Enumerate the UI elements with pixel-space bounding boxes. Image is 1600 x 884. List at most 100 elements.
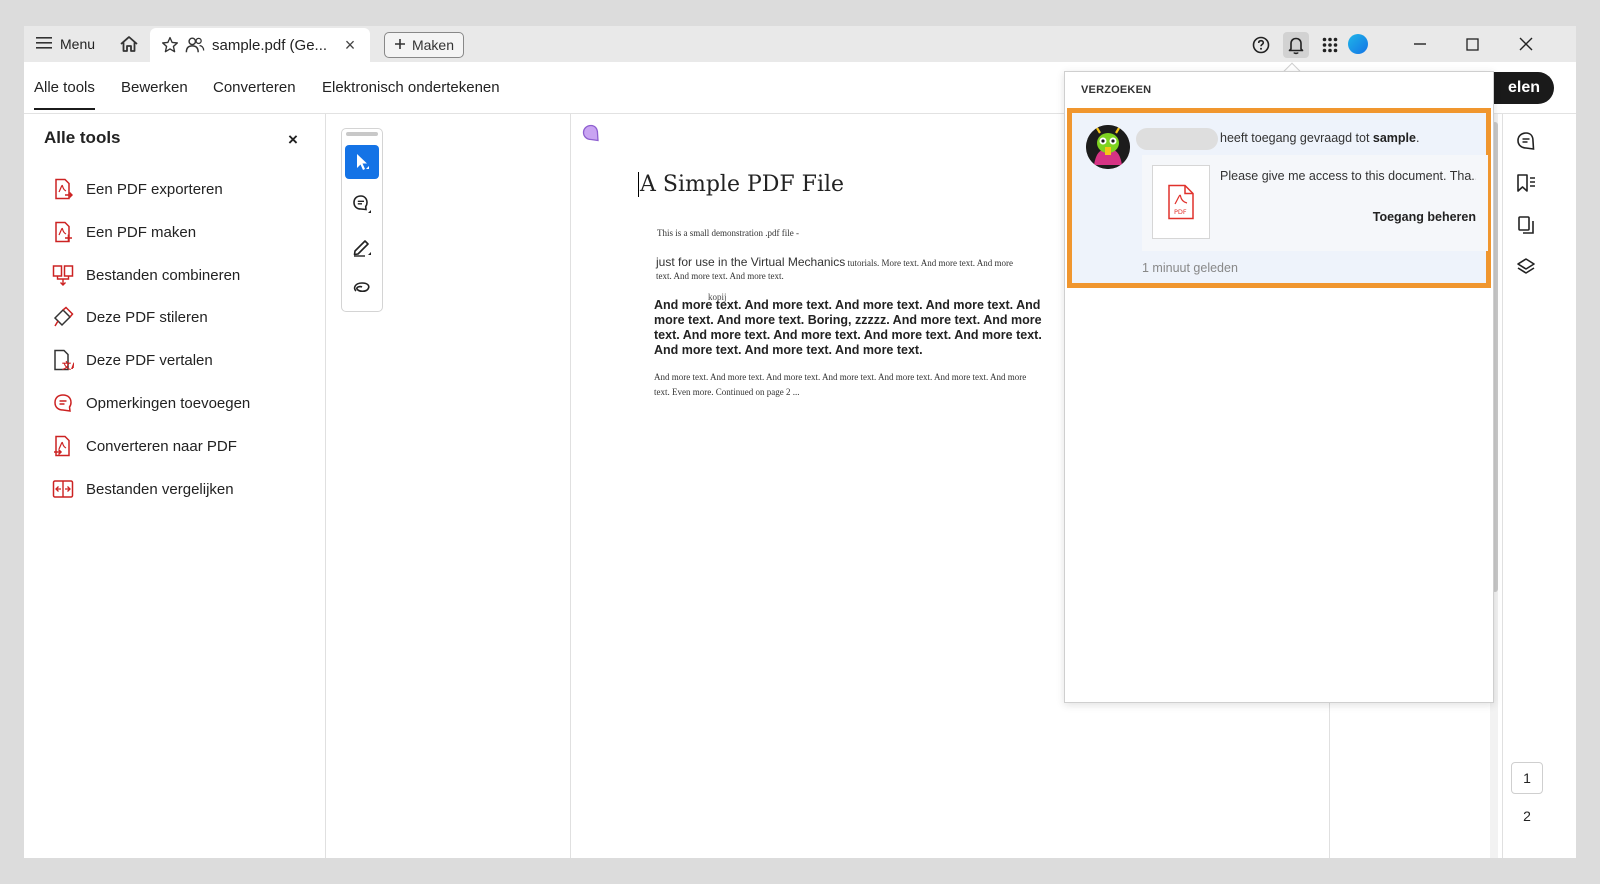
tool-create-pdf[interactable]: Een PDF maken	[52, 217, 196, 247]
highlight-tool-button[interactable]	[345, 229, 379, 263]
pdf-text-sans: just for use in the Virtual Mechanics	[656, 255, 846, 269]
close-window-button[interactable]	[1506, 30, 1546, 58]
tool-label: Deze PDF stileren	[86, 308, 208, 326]
compare-files-icon	[52, 478, 74, 500]
home-button[interactable]	[116, 32, 142, 56]
comment-tool-button[interactable]	[345, 187, 379, 221]
combine-files-icon	[52, 264, 74, 286]
maximize-icon	[1465, 37, 1479, 51]
user-avatar[interactable]	[1348, 34, 1368, 54]
tool-export-pdf[interactable]: Een PDF exporteren	[52, 174, 223, 204]
panel-close-button[interactable]: ×	[288, 130, 298, 150]
select-tool-button[interactable]	[345, 145, 379, 179]
tool-label: Bestanden vergelijken	[86, 480, 234, 498]
tab-title: sample.pdf (Ge...	[212, 36, 328, 54]
page-number[interactable]: 2	[1511, 800, 1543, 832]
svg-text:文A: 文A	[61, 360, 74, 371]
pdf-text-line: This is a small demonstration .pdf file …	[657, 228, 799, 238]
help-icon	[1252, 36, 1270, 54]
tool-label: Deze PDF vertalen	[86, 351, 213, 369]
request-card: PDF Please give me access to this docume…	[1142, 155, 1488, 251]
pages-icon	[1518, 216, 1534, 234]
tool-add-comments[interactable]: Opmerkingen toevoegen	[52, 388, 250, 418]
pen-icon	[353, 240, 371, 257]
right-rail: 1 2	[1502, 114, 1576, 858]
requester-name-redacted	[1136, 128, 1218, 150]
tool-label: Bestanden combineren	[86, 266, 241, 284]
apps-grid-icon	[1322, 37, 1338, 53]
pdf-text-paragraph: just for use in the Virtual Mechanics tu…	[656, 256, 1016, 283]
tool-label: Opmerkingen toevoegen	[86, 394, 251, 412]
tab-elektronisch-ondertekenen[interactable]: Elektronisch ondertekenen	[322, 79, 500, 96]
new-tab-label: Maken	[411, 37, 455, 53]
stylize-pdf-icon	[52, 306, 74, 328]
bookmark-icon	[1517, 174, 1535, 192]
pdf-last-paragraph: And more text. And more text. And more t…	[654, 372, 1027, 397]
cursor-icon	[357, 154, 369, 170]
convert-to-pdf-icon	[52, 435, 74, 457]
tab-bewerken[interactable]: Bewerken	[121, 79, 188, 96]
manage-access-button[interactable]: Toegang beheren	[1373, 210, 1476, 224]
all-tools-panel: Alle tools × Een PDF exporteren Een PDF …	[24, 114, 326, 858]
requester-avatar	[1086, 125, 1130, 169]
layers-icon	[1517, 258, 1535, 274]
pdf-export-icon	[52, 178, 74, 200]
notifications-button[interactable]	[1283, 32, 1309, 58]
panel-title: Alle tools	[44, 128, 121, 147]
tool-label: Een PDF maken	[86, 223, 197, 241]
draw-tool-button[interactable]	[345, 271, 379, 305]
minimize-button[interactable]	[1400, 30, 1440, 58]
add-comment-icon	[353, 195, 371, 213]
help-button[interactable]	[1248, 32, 1274, 58]
tab-converteren[interactable]: Converteren	[213, 79, 296, 96]
new-tab-button[interactable]: Maken	[384, 32, 464, 58]
tool-compare-files[interactable]: Bestanden vergelijken	[52, 474, 234, 504]
pdf-bold-paragraph: And more text. And more text. And more t…	[654, 298, 1042, 357]
tab-close-button[interactable]: ×	[342, 35, 358, 56]
pdf-thumb-label: PDF	[1174, 208, 1187, 216]
rail-bookmarks-button[interactable]	[1513, 170, 1539, 196]
pdf-thumbnail: PDF	[1152, 165, 1210, 239]
menu-label: Menu	[60, 36, 96, 52]
rail-comments-button[interactable]	[1513, 128, 1539, 154]
tool-combine-files[interactable]: Bestanden combineren	[52, 260, 240, 290]
shared-users-icon	[184, 35, 206, 55]
rail-pages-button[interactable]	[1513, 212, 1539, 238]
minimize-icon	[1414, 43, 1426, 45]
plus-icon	[394, 37, 406, 53]
request-text-body: heeft toegang gevraagd tot	[1220, 131, 1373, 145]
quick-tools-bar	[341, 128, 383, 312]
tool-translate-pdf[interactable]: 文A Deze PDF vertalen	[52, 345, 213, 375]
rail-layers-button[interactable]	[1513, 254, 1539, 280]
hamburger-icon	[36, 36, 52, 53]
notification-timestamp: 1 minuut geleden	[1142, 261, 1238, 275]
tab-alle-tools[interactable]: Alle tools	[34, 79, 95, 110]
pdf-file-icon: PDF	[1168, 184, 1194, 220]
comment-icon	[52, 392, 74, 414]
popover-heading: VERZOEKEN	[1081, 84, 1152, 96]
tool-stylize-pdf[interactable]: Deze PDF stileren	[52, 302, 208, 332]
app-window: Menu sample.pdf (Ge... × Maken Alle tool…	[24, 26, 1576, 858]
page-number-current[interactable]: 1	[1511, 762, 1543, 794]
menu-button[interactable]: Menu	[32, 32, 99, 56]
quick-tools-area	[327, 114, 571, 858]
maximize-button[interactable]	[1452, 30, 1492, 58]
tool-convert-to-pdf[interactable]: Converteren naar PDF	[52, 431, 237, 461]
request-message: Please give me access to this document. …	[1220, 169, 1476, 183]
bell-icon	[1288, 37, 1304, 55]
translate-pdf-icon: 文A	[52, 349, 74, 371]
request-file-name: sample	[1372, 131, 1416, 145]
comment-marker-icon[interactable]	[582, 124, 600, 142]
access-request-notification[interactable]: heeft toegang gevraagd tot sample. PDF P…	[1067, 108, 1491, 288]
apps-button[interactable]	[1317, 32, 1343, 58]
title-bar: Menu sample.pdf (Ge... × Maken	[24, 26, 1576, 62]
drag-handle[interactable]	[346, 132, 378, 136]
pdf-heading: A Simple PDF File	[638, 172, 845, 197]
notifications-popover: VERZOEKEN heeft toegang gevraagd tot sam…	[1064, 71, 1494, 703]
comments-panel-icon	[1517, 132, 1535, 150]
home-icon	[120, 36, 138, 52]
star-icon[interactable]	[160, 35, 180, 55]
request-text-suffix: .	[1416, 131, 1420, 145]
document-tab[interactable]: sample.pdf (Ge... ×	[150, 28, 370, 62]
close-icon	[1519, 37, 1533, 51]
